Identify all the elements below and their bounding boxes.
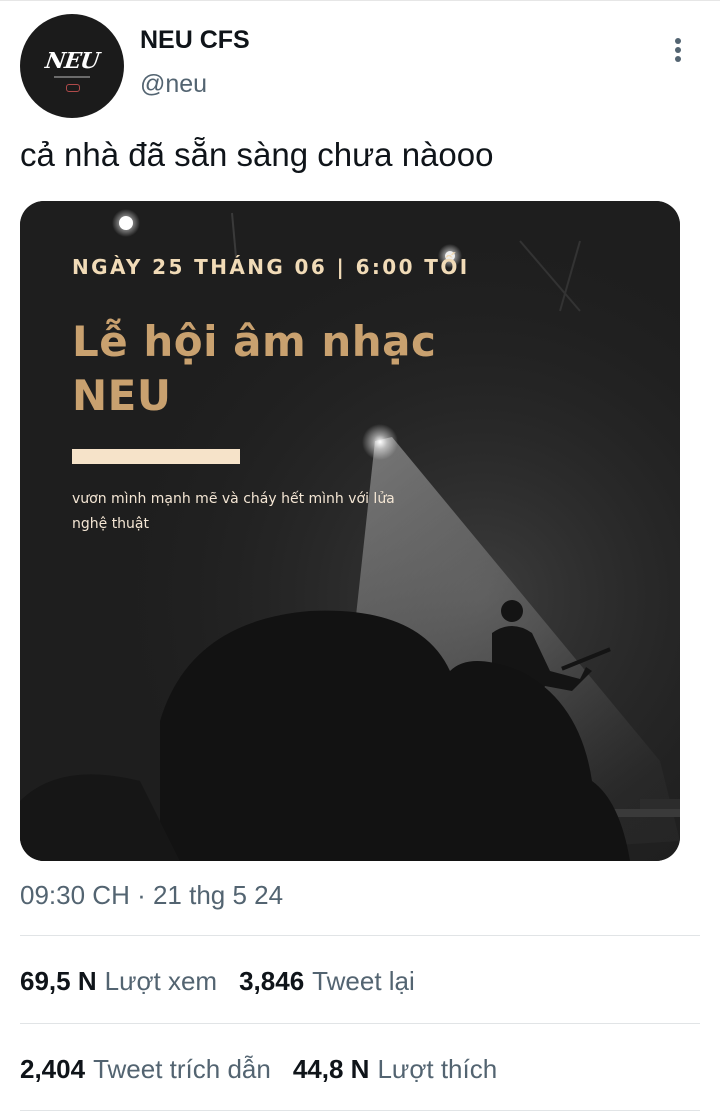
quote-tweets-count: 2,404 <box>20 1054 86 1084</box>
divider <box>20 935 700 936</box>
views-stat[interactable]: 69,5 N Lượt xem <box>20 966 239 996</box>
tweet-timestamp[interactable]: 09:30 CH · 21 thg 5 24 <box>20 880 283 911</box>
views-label: Lượt xem <box>104 966 218 996</box>
quote-tweets-stat[interactable]: 2,404 Tweet trích dẫn <box>20 1054 293 1084</box>
avatar-logo-text: NEU <box>43 48 101 74</box>
divider <box>20 1023 700 1024</box>
likes-count: 44,8 N <box>292 1054 370 1084</box>
more-dot <box>675 56 681 62</box>
more-dot <box>675 38 681 44</box>
divider <box>20 1110 700 1111</box>
user-handle[interactable]: @neu <box>140 70 207 99</box>
tweet-text: cả nhà đã sẵn sàng chưa nàooo <box>20 136 494 173</box>
poster-title: Lễ hội âm nhạc NEU <box>72 315 436 423</box>
avatar-logo-badge <box>66 84 80 92</box>
more-dot <box>675 47 681 53</box>
avatar[interactable]: NEU <box>20 14 124 118</box>
poster-date-line: NGÀY 25 THÁNG 06 | 6:00 TỐI <box>72 255 470 279</box>
stats-row-2: 2,404 Tweet trích dẫn 44,8 N Lượt thích <box>20 1054 519 1085</box>
quote-tweets-label: Tweet trích dẫn <box>93 1054 271 1084</box>
poster-accent-bar <box>72 449 240 464</box>
top-divider <box>0 0 720 1</box>
retweets-stat[interactable]: 3,846 Tweet lại <box>239 966 437 996</box>
views-count: 69,5 N <box>20 966 97 996</box>
poster-title-line1: Lễ hội âm nhạc <box>72 317 437 366</box>
retweets-label: Tweet lại <box>312 966 415 996</box>
likes-stat[interactable]: 44,8 N Lượt thích <box>293 1054 519 1084</box>
poster-subtitle: vươn mình mạnh mẽ và cháy hết mình với l… <box>72 491 395 532</box>
poster-title-line2: NEU <box>72 371 172 420</box>
stats-row-1: 69,5 N Lượt xem 3,846 Tweet lại <box>20 966 437 997</box>
more-options-icon[interactable] <box>664 34 692 66</box>
retweets-count: 3,846 <box>239 966 305 996</box>
display-name[interactable]: NEU CFS <box>140 26 250 55</box>
tweet-media-image[interactable]: NGÀY 25 THÁNG 06 | 6:00 TỐI Lễ hội âm nh… <box>20 201 680 861</box>
avatar-logo-underline <box>54 76 90 78</box>
likes-label: Lượt thích <box>377 1054 498 1084</box>
